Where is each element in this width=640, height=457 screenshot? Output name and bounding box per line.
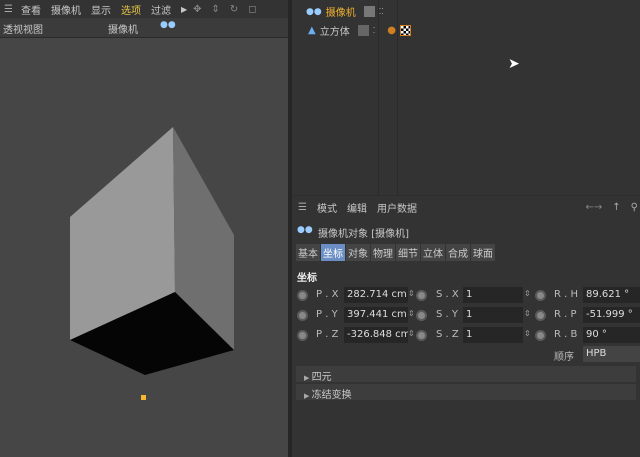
animate-px-radio[interactable] [297,290,308,301]
group-label: 四元 [311,372,332,383]
object-manager: ●● 摄像机 ⁚⁚ ▲ 立方体 ⁚ ● ➤ [292,0,640,195]
animate-sy-radio[interactable] [416,310,427,321]
menu-view[interactable]: 查看 [21,2,41,17]
menu-options[interactable]: 选项 [121,2,141,17]
animate-pz-radio[interactable] [297,330,308,341]
animate-sz-radio[interactable] [416,330,427,341]
sy-stepper[interactable]: ⇕ [524,309,531,318]
px-stepper[interactable]: ⇕ [408,289,415,298]
py-label: P . Y [316,309,338,320]
menu-display[interactable]: 显示 [91,2,111,17]
group-quaternion[interactable]: ▶ 四元 [296,366,636,383]
camera-marker [141,395,146,400]
viewport[interactable] [0,0,288,457]
search-icon[interactable]: ⚲ [631,202,638,213]
camera-name[interactable]: 摄像机 [108,21,138,36]
sz-stepper[interactable]: ⇕ [524,329,531,338]
tab-coordinates[interactable]: 坐标 [321,244,345,261]
tab-physical[interactable]: 物理 [371,244,395,261]
group-freeze-transform[interactable]: ▶ 冻结变换 [296,384,636,401]
order-select[interactable]: HPB [583,346,640,362]
rh-label: R . H [554,289,579,300]
camera-icon: ●● [297,225,313,235]
rh-field[interactable]: 89.621 ° [583,287,640,303]
px-label: P . X [316,289,339,300]
tab-basic[interactable]: 基本 [296,244,320,261]
order-label: 顺序 [554,352,574,363]
rb-label: R . B [554,329,578,340]
pz-stepper[interactable]: ⇕ [408,329,415,338]
viewport-menu: ☰ 查看 摄像机 显示 选项 过滤 ▶ ✥ ⇕ ↻ ◻ [0,0,288,18]
tab-composition[interactable]: 合成 [446,244,470,261]
animate-py-radio[interactable] [297,310,308,321]
menu-filter[interactable]: 过滤 [151,2,171,17]
camera-icon: ●● [306,6,322,17]
py-stepper[interactable]: ⇕ [408,309,415,318]
viewport-scene [70,127,234,400]
hamburger-icon[interactable]: ☰ [4,4,13,15]
animate-rp-radio[interactable] [535,310,546,321]
group-label: 冻结变换 [311,390,352,401]
viewport-header: 透视视图 摄像机 ●● [0,18,288,38]
edit-toggle-icon[interactable] [357,25,369,36]
sz-field[interactable]: 1 [463,327,523,343]
edit-toggle-icon[interactable] [363,6,375,17]
sy-field[interactable]: 1 [463,307,523,323]
object-name: 立方体 [319,27,350,38]
more-arrow-icon[interactable]: ▶ [181,5,187,14]
py-field[interactable]: 397.441 cm [344,307,408,323]
attribute-manager: ☰ 模式 编辑 用户数据 ←→ ↑ ⚲ ●● 摄像机对象 [摄像机] 基本 坐标… [292,196,640,457]
object-title: 摄像机对象 [摄像机] [318,229,409,240]
sx-field[interactable]: 1 [463,287,523,303]
maximize-icon[interactable]: ◻ [248,4,256,15]
animate-sx-radio[interactable] [416,290,427,301]
tab-object[interactable]: 对象 [346,244,370,261]
camera-icon[interactable]: ●● [160,20,176,30]
menu-camera[interactable]: 摄像机 [51,2,81,17]
visibility-dots-icon[interactable]: ⁚ [373,26,376,35]
object-row-cube[interactable]: ▲ 立方体 ⁚ ● [292,21,640,40]
section-title: 坐标 [297,273,317,284]
object-row-camera[interactable]: ●● 摄像机 ⁚⁚ [292,2,640,21]
tab-spherical[interactable]: 球面 [471,244,495,261]
texture-tag-icon[interactable] [399,25,411,36]
tab-details[interactable]: 细节 [396,244,420,261]
back-arrow-icon[interactable]: ←→ [586,202,603,213]
object-name: 摄像机 [325,8,356,19]
material-tag-icon[interactable]: ● [387,25,396,36]
sx-label: S . X [436,289,459,300]
up-down-icon[interactable]: ⇕ [212,4,220,15]
sx-stepper[interactable]: ⇕ [524,289,531,298]
mouse-cursor-icon: ➤ [508,56,520,72]
cube-icon: ▲ [308,25,316,36]
menu-edit[interactable]: 编辑 [347,200,367,215]
sy-label: S . Y [436,309,458,320]
rotate-icon[interactable]: ↻ [230,4,238,15]
sz-label: S . Z [436,329,459,340]
rp-field[interactable]: -51.999 ° [583,307,640,323]
px-field[interactable]: 282.714 cm [344,287,408,303]
attribute-tabs: 基本 坐标 对象 物理 细节 立体 合成 球面 [296,244,496,261]
tab-stereo[interactable]: 立体 [421,244,445,261]
up-arrow-icon[interactable]: ↑ [612,202,620,213]
rb-field[interactable]: 90 ° [583,327,640,343]
view-name: 透视视图 [3,25,43,36]
pz-label: P . Z [316,329,339,340]
animate-rh-radio[interactable] [535,290,546,301]
visibility-dots-icon[interactable]: ⁚⁚ [379,7,384,16]
rp-label: R . P [554,309,577,320]
animate-rb-radio[interactable] [535,330,546,341]
hamburger-icon[interactable]: ☰ [298,202,307,213]
move-icon[interactable]: ✥ [193,4,201,15]
menu-mode[interactable]: 模式 [317,200,337,215]
menu-user-data[interactable]: 用户数据 [377,200,417,215]
pz-field[interactable]: -326.848 cm [344,327,408,343]
